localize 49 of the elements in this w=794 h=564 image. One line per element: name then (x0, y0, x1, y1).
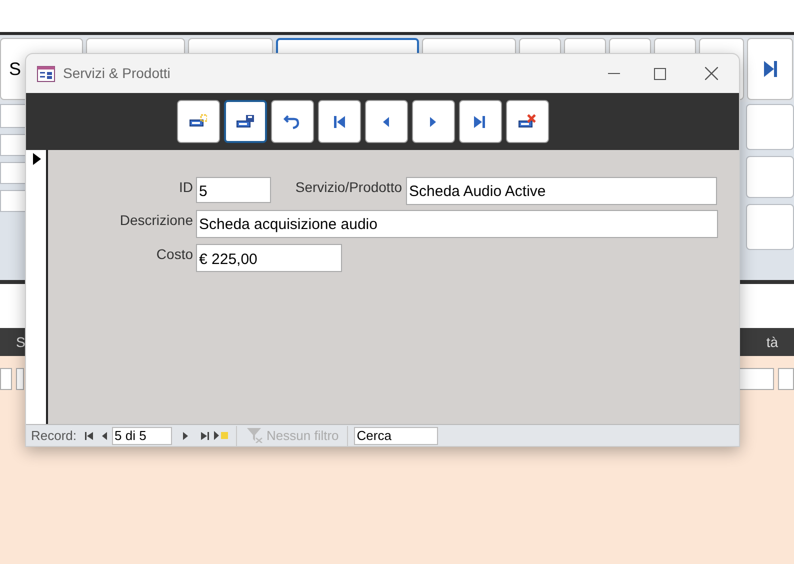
record-selector[interactable] (26, 150, 48, 424)
maximize-icon (654, 68, 666, 80)
background-field (746, 204, 794, 250)
save-record-icon (236, 113, 254, 130)
first-record-button[interactable] (82, 430, 95, 442)
current-record-icon (33, 153, 41, 165)
column-header: S (16, 332, 26, 352)
column-header: tà (766, 332, 778, 352)
background-field (746, 104, 794, 150)
previous-icon (102, 432, 108, 440)
field-label: ID (178, 178, 194, 197)
next-record-button[interactable] (182, 430, 190, 442)
prev-button[interactable] (364, 100, 408, 143)
first-button[interactable] (318, 100, 360, 143)
window-title: Servizi & Prodotti (63, 64, 170, 83)
background-field (746, 156, 794, 198)
undo-icon (283, 113, 301, 130)
undo-button[interactable] (270, 100, 314, 143)
input-field[interactable]: Scheda Audio Active (406, 177, 717, 205)
next-icon (183, 432, 188, 440)
background-tab[interactable] (747, 38, 793, 100)
close-icon (704, 67, 718, 80)
last-record-button[interactable] (200, 430, 210, 442)
form-icon (37, 66, 55, 82)
new-button[interactable] (176, 100, 220, 143)
input-field[interactable]: Scheda acquisizione audio (196, 210, 718, 238)
background-field (778, 368, 794, 390)
delete-record-icon (518, 113, 536, 130)
minimize-icon (608, 72, 620, 74)
record-label: Record: (31, 426, 77, 445)
search-field[interactable]: Cerca (354, 426, 438, 444)
first-icon (84, 432, 93, 440)
background-field (0, 368, 12, 390)
input-field[interactable]: 5 (196, 177, 271, 203)
last-icon (764, 61, 778, 77)
delete-button[interactable] (506, 100, 548, 143)
next-button[interactable] (412, 100, 454, 143)
input-field[interactable]: € 225,00 (196, 244, 342, 272)
new-record-button[interactable] (214, 430, 230, 442)
last-button[interactable] (458, 100, 502, 143)
new-record-icon (214, 431, 230, 440)
field-label: Descrizione (118, 211, 194, 230)
last-icon (200, 432, 209, 440)
record-number-field[interactable]: 5 di 5 (112, 426, 172, 444)
field-label: Servizio/Prodotto (294, 178, 403, 197)
filter-icon (246, 428, 263, 443)
previous-record-button[interactable] (100, 430, 109, 442)
field-label: Costo (155, 245, 194, 264)
save-button[interactable] (224, 100, 266, 143)
